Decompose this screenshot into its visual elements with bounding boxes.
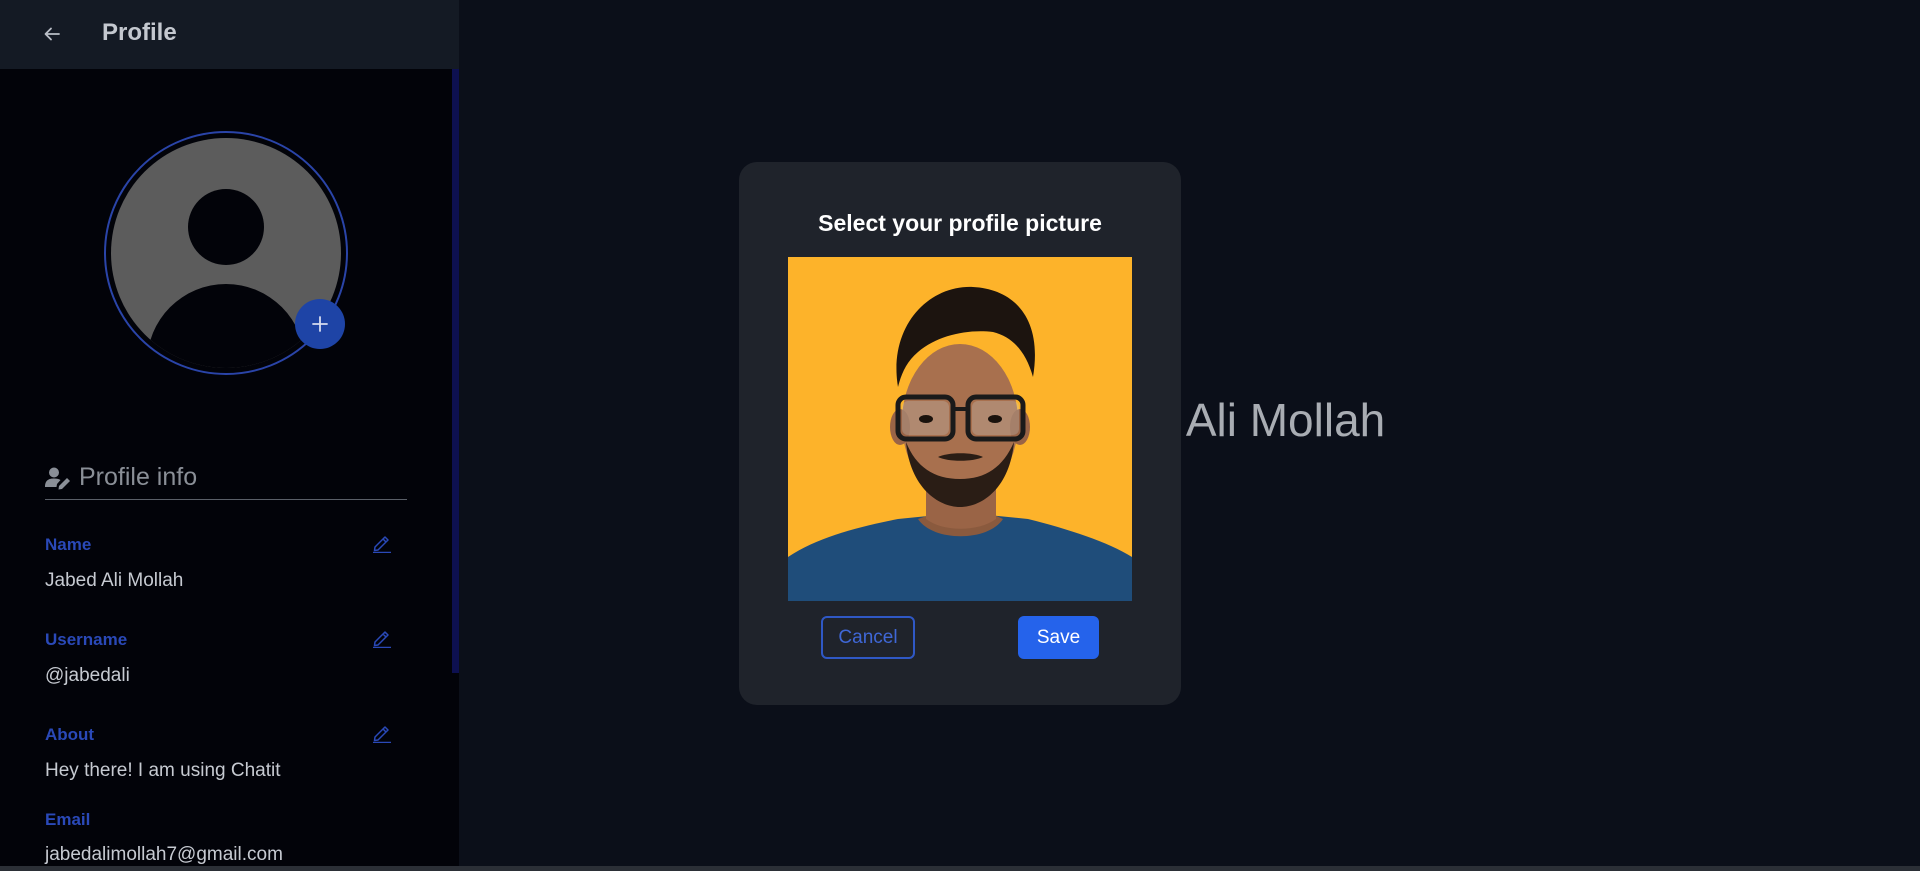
pencil-icon (373, 726, 391, 744)
dialog-title: Select your profile picture (818, 210, 1102, 236)
user-edit-icon (45, 467, 70, 489)
field-value: Jabed Ali Mollah (45, 570, 184, 591)
avatar-head-shape (188, 189, 264, 265)
person-photo (788, 257, 1132, 601)
field-email: Email jabedalimollah7@gmail.com (45, 810, 407, 866)
avatar-body-shape (147, 284, 305, 368)
plus-icon (312, 316, 328, 332)
section-title-text: Profile info (79, 463, 198, 491)
pencil-icon (373, 631, 391, 649)
field-label: About (45, 725, 95, 744)
profile-picture-dialog: Select your profile picture Cancel Save (739, 162, 1181, 705)
edit-username-button[interactable] (371, 626, 395, 650)
field-label: Name (45, 535, 92, 554)
back-button[interactable] (38, 20, 66, 48)
page-title: Profile (102, 19, 177, 46)
profile-sidebar: Profile Profile info Name Jabed Ali Moll… (0, 0, 459, 866)
edit-name-button[interactable] (371, 531, 395, 555)
save-button[interactable]: Save (1018, 616, 1099, 659)
sidebar-header: Profile (0, 0, 459, 69)
field-value: Hey there! I am using Chatit (45, 760, 281, 781)
field-name: Name Jabed Ali Mollah (45, 535, 407, 592)
pencil-icon (373, 536, 391, 554)
field-value: @jabedali (45, 665, 130, 686)
edit-about-button[interactable] (371, 721, 395, 745)
field-label: Username (45, 630, 128, 649)
background-name-clip: d Ali Mollah (1150, 390, 1420, 460)
cancel-button[interactable]: Cancel (821, 616, 915, 659)
background-profile-name: d Ali Mollah (1150, 394, 1386, 446)
scrollbar[interactable] (452, 69, 459, 673)
field-username: Username @jabedali (45, 630, 407, 687)
field-value: jabedalimollah7@gmail.com (45, 844, 283, 865)
bottom-edge (0, 866, 1920, 871)
field-about: About Hey there! I am using Chatit (45, 725, 407, 782)
arrow-left-icon (44, 27, 60, 41)
field-label: Email (45, 810, 91, 829)
add-photo-button[interactable] (295, 299, 345, 349)
profile-info-heading: Profile info (45, 456, 407, 500)
profile-photo-preview[interactable] (788, 257, 1132, 601)
